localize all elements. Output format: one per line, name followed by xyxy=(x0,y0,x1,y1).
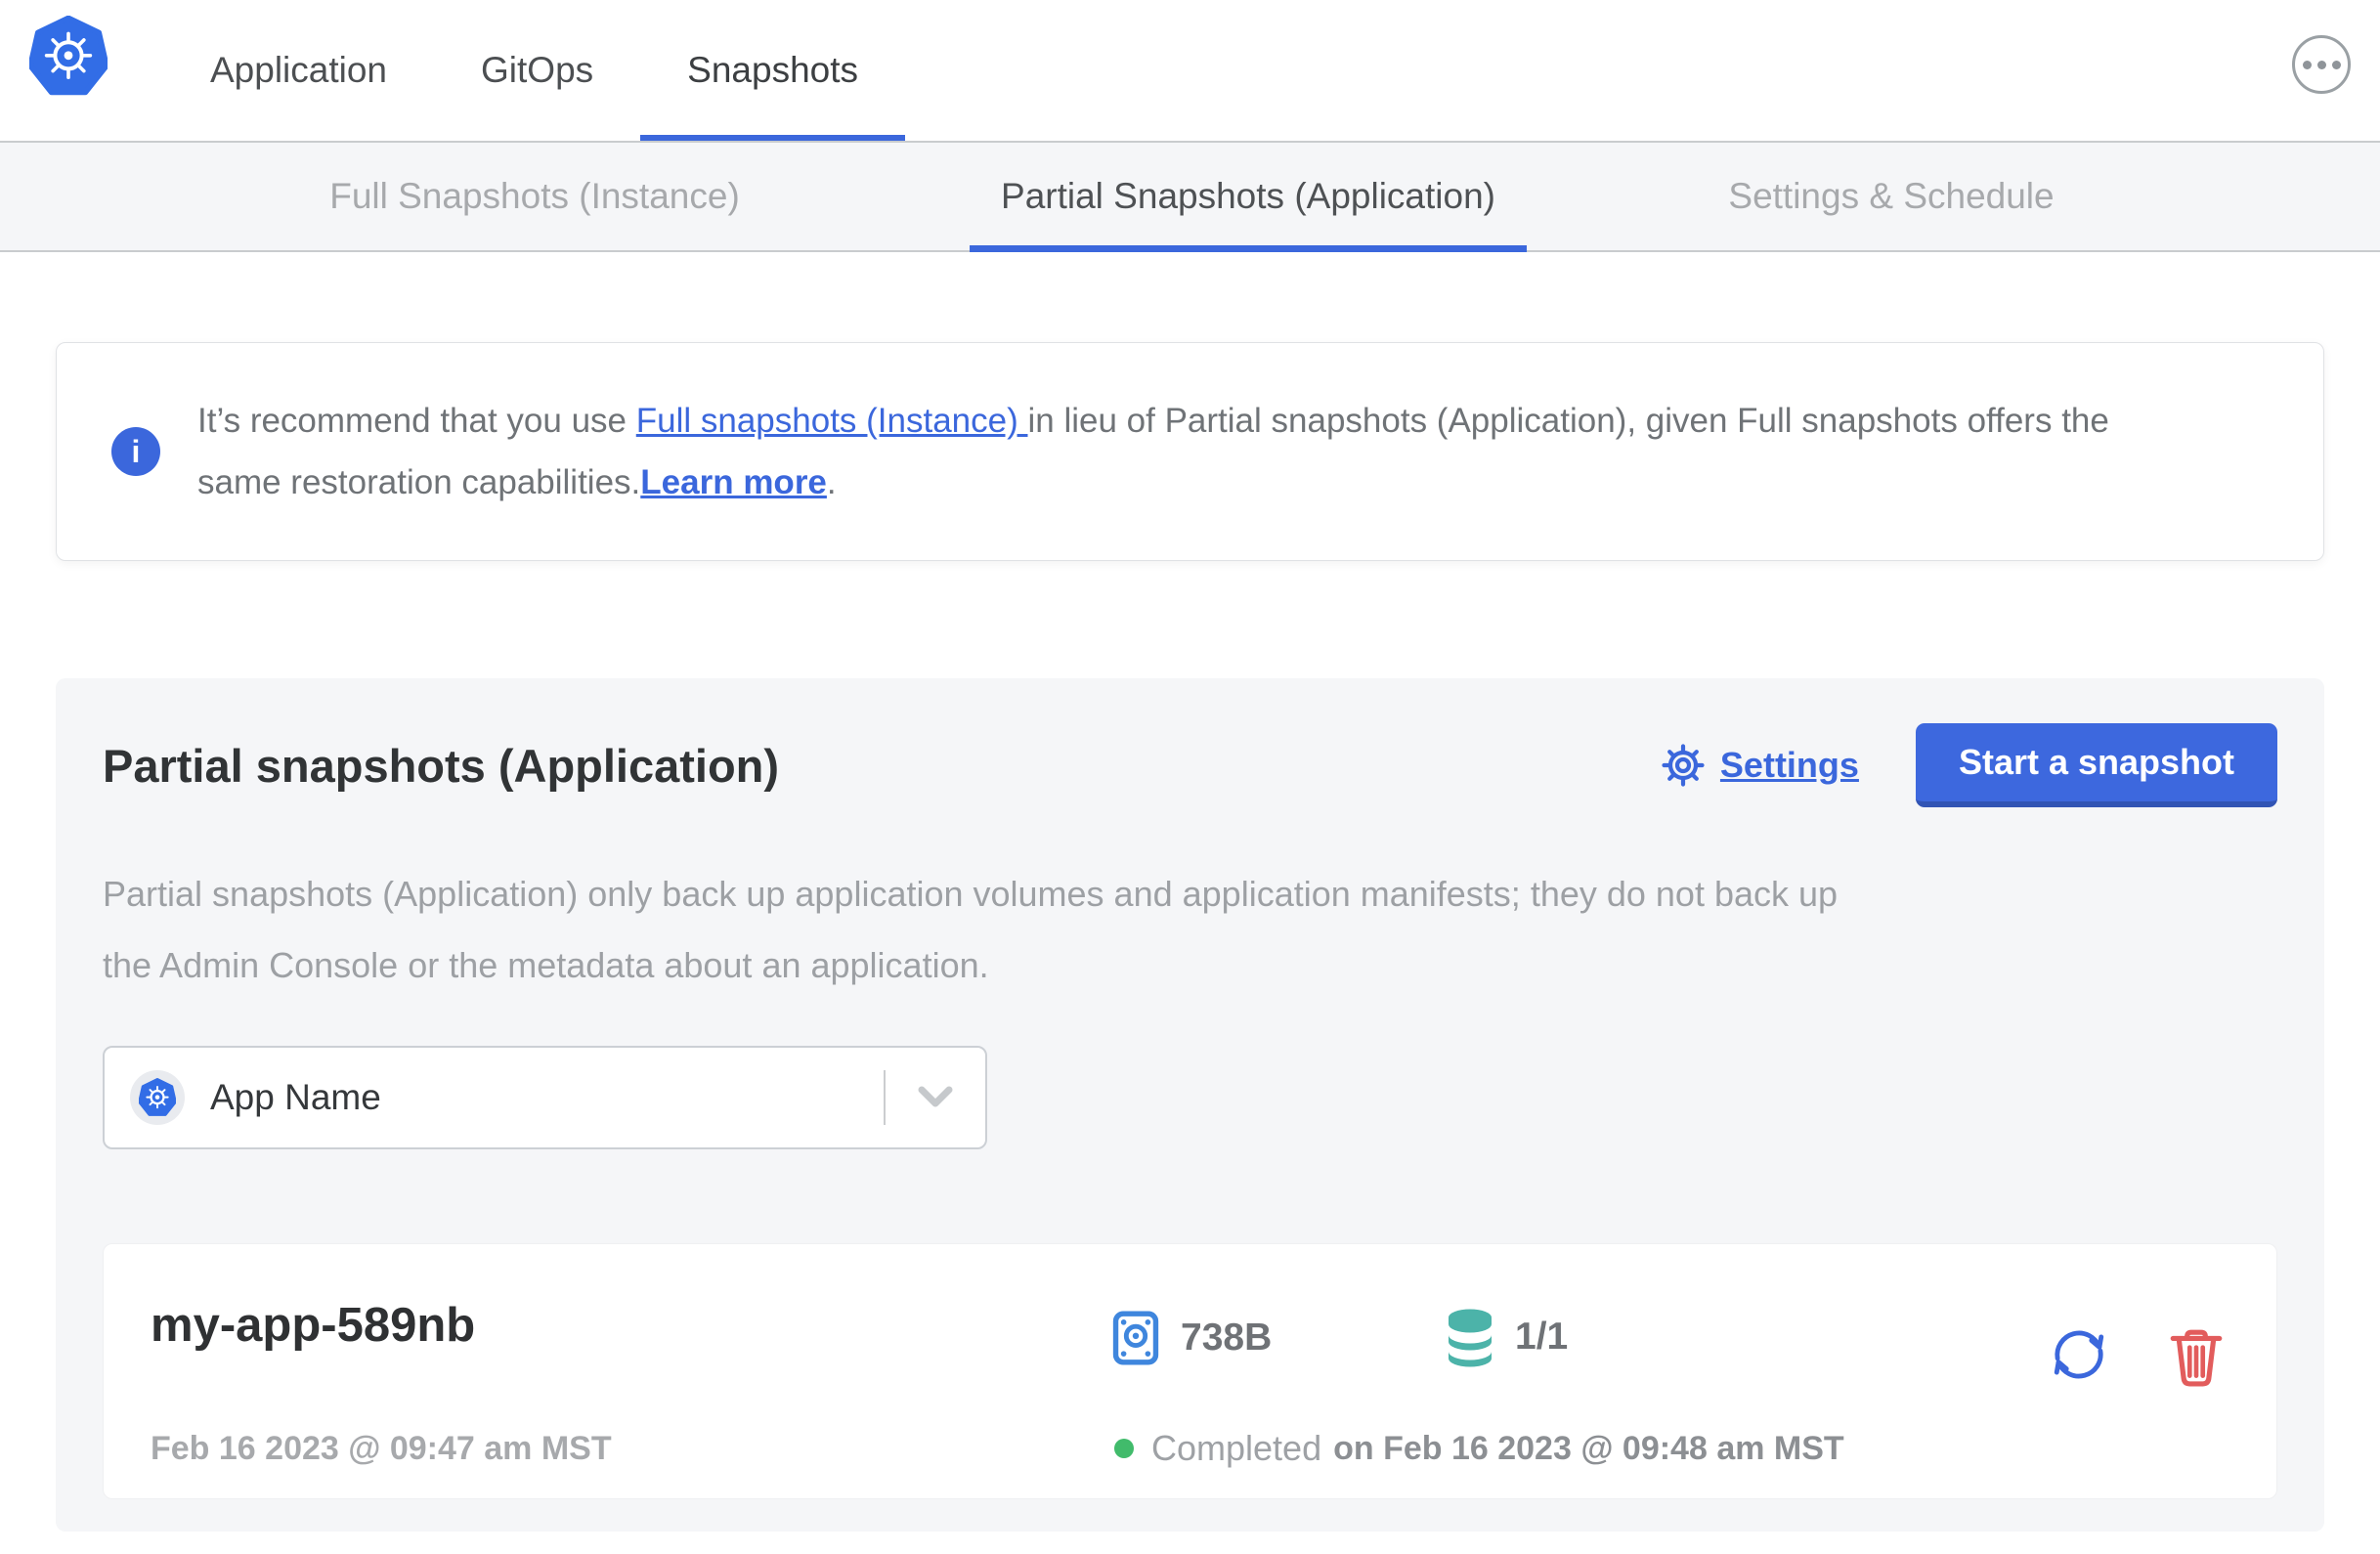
description-line: the Admin Console or the metadata about … xyxy=(103,945,989,985)
delete-snapshot-button[interactable] xyxy=(2168,1326,2225,1390)
snapshot-size-value: 738B xyxy=(1181,1317,1273,1359)
snapshot-row[interactable]: my-app-589nb Feb 16 2023 @ 09:47 am MST … xyxy=(103,1243,2277,1499)
info-icon: i xyxy=(111,427,160,476)
snapshot-size: 738B xyxy=(1112,1311,1272,1365)
banner-text: It’s recommend that you use Full snapsho… xyxy=(197,390,2109,513)
banner-text-segment: . xyxy=(826,463,837,501)
overflow-menu-button[interactable] xyxy=(2292,35,2351,94)
settings-link[interactable]: Settings xyxy=(1720,745,1859,786)
nav-application[interactable]: Application xyxy=(163,0,434,141)
tab-full-snapshots[interactable]: Full Snapshots (Instance) xyxy=(298,143,771,250)
app-selector-value: App Name xyxy=(210,1077,381,1117)
snapshot-volumes-value: 1/1 xyxy=(1515,1316,1569,1358)
full-snapshots-link[interactable]: Full snapshots (Instance) xyxy=(636,402,1028,440)
restore-icon xyxy=(2054,1330,2104,1379)
nav-gitops[interactable]: GitOps xyxy=(434,0,640,141)
panel-title: Partial snapshots (Application) xyxy=(103,739,780,792)
banner-text-segment: same restoration capabilities. xyxy=(197,463,641,501)
app-name-selector[interactable]: App Name xyxy=(103,1046,987,1149)
banner-line-2: same restoration capabilities.Learn more… xyxy=(197,452,2109,513)
top-header: Application GitOps Snapshots xyxy=(0,0,2380,141)
snapshot-status: Completed on Feb 16 2023 @ 09:48 am MST xyxy=(1114,1428,1844,1469)
status-dot-icon xyxy=(1114,1439,1134,1458)
snapshot-name: my-app-589nb xyxy=(151,1299,476,1352)
description-line: Partial snapshots (Application) only bac… xyxy=(103,874,1839,914)
info-banner: i It’s recommend that you use Full snaps… xyxy=(56,342,2324,561)
disk-icon xyxy=(1112,1311,1159,1365)
start-snapshot-button[interactable]: Start a snapshot xyxy=(1915,723,2277,807)
panel-header: Partial snapshots (Application) Settings… xyxy=(103,723,2277,807)
learn-more-link[interactable]: Learn more xyxy=(640,463,827,501)
status-label: Completed xyxy=(1151,1428,1322,1468)
ellipsis-icon xyxy=(2302,60,2341,69)
snapshot-volumes: 1/1 xyxy=(1445,1307,1568,1367)
tab-partial-snapshots[interactable]: Partial Snapshots (Application) xyxy=(970,143,1527,252)
kubernetes-logo-icon xyxy=(27,15,109,104)
chevron-down-icon xyxy=(886,1085,985,1110)
panel-header-actions: Settings Start a snapshot xyxy=(1660,723,2277,807)
snapshot-finish-time: on Feb 16 2023 @ 09:48 am MST xyxy=(1333,1429,1844,1467)
panel-description: Partial snapshots (Application) only bac… xyxy=(103,858,2277,1001)
tab-settings-schedule[interactable]: Settings & Schedule xyxy=(1697,143,2085,250)
nav-snapshots[interactable]: Snapshots xyxy=(640,0,905,141)
banner-text-segment: It’s recommend that you use xyxy=(197,402,636,440)
partial-snapshots-panel: Partial snapshots (Application) Settings… xyxy=(56,678,2324,1532)
snapshots-tab-bar: Full Snapshots (Instance) Partial Snapsh… xyxy=(0,141,2380,252)
trash-icon xyxy=(2170,1329,2223,1387)
banner-text-segment: in lieu of Partial snapshots (Applicatio… xyxy=(1027,402,2109,440)
banner-line-1: It’s recommend that you use Full snapsho… xyxy=(197,390,2109,452)
primary-nav: Application GitOps Snapshots xyxy=(163,0,2380,141)
restore-snapshot-button[interactable] xyxy=(2049,1324,2109,1388)
snapshot-start-time: Feb 16 2023 @ 09:47 am MST xyxy=(151,1430,612,1467)
gear-icon xyxy=(1662,744,1705,787)
database-icon xyxy=(1449,1309,1492,1367)
app-kubernetes-icon xyxy=(130,1070,185,1125)
